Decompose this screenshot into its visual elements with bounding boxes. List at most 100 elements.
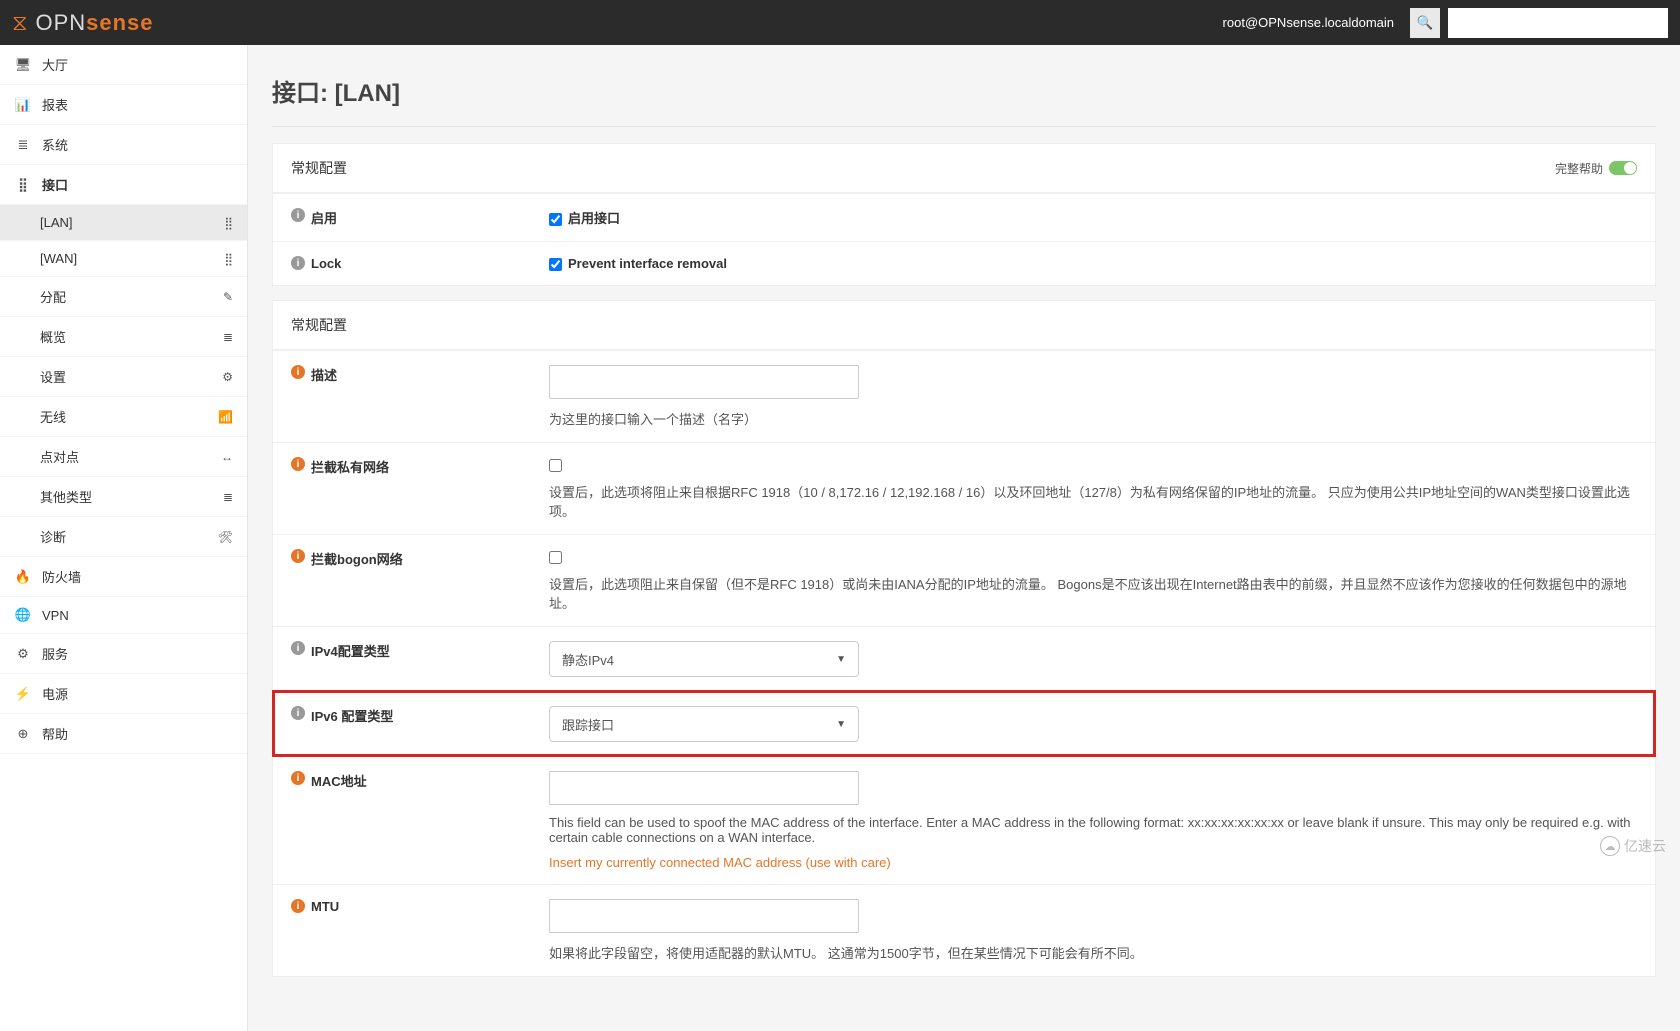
wrench-icon: 🛠	[218, 530, 233, 544]
desktop-icon: 🖥	[14, 57, 32, 73]
user-label[interactable]: root@OPNsense.localdomain	[1223, 15, 1394, 30]
panel-config: 常规配置 i描述 为这里的接口输入一个描述（名字） i拦截私有网络 设置后，此选…	[272, 300, 1656, 977]
bolt-icon: ⚡	[14, 686, 32, 702]
sub-label: [WAN]	[40, 251, 77, 266]
ipv4-select[interactable]: 静态IPv4 ▼	[549, 641, 859, 677]
row-ipv4-type: iIPv4配置类型 静态IPv4 ▼	[273, 626, 1655, 691]
info-icon[interactable]: i	[291, 457, 305, 471]
label-mac: MAC地址	[311, 771, 367, 790]
sidebar-item-system[interactable]: ≣ 系统	[0, 125, 247, 165]
sidebar-item-reports[interactable]: 📊报表	[0, 85, 247, 125]
mtu-hint: 如果将此字段留空，将使用适配器的默认MTU。 这通常为1500字节，但在某些情况…	[549, 943, 1637, 962]
content: 接口: [LAN] 常规配置 完整帮助 i启用 启用接口 iLock Preve…	[248, 45, 1680, 1031]
sub-label: 概览	[40, 327, 66, 346]
label-enable: 启用	[311, 208, 337, 227]
sidebar-item-vpn[interactable]: 🌐VPN	[0, 597, 247, 634]
mtu-input[interactable]	[549, 899, 859, 933]
info-icon[interactable]: i	[291, 549, 305, 563]
row-lock: iLock Prevent interface removal	[273, 241, 1655, 285]
sidebar-item-label: 电源	[42, 684, 68, 703]
row-description: i描述 为这里的接口输入一个描述（名字）	[273, 350, 1655, 442]
ipv4-value: 静态IPv4	[562, 650, 614, 669]
sidebar-sub-assign[interactable]: 分配✎	[0, 277, 247, 317]
row-block-private: i拦截私有网络 设置后，此选项将阻止来自根据RFC 1918（10 / 8,17…	[273, 442, 1655, 534]
list-icon: ≣	[223, 490, 233, 504]
ipv6-select[interactable]: 跟踪接口 ▼	[549, 706, 859, 742]
sidebar-item-label: 接口	[42, 175, 68, 194]
info-icon[interactable]: i	[291, 208, 305, 222]
sidebar-item-label: 系统	[42, 135, 68, 154]
sidebar-sub-overview[interactable]: 概览 ≣	[0, 317, 247, 357]
sidebar-sub-wan[interactable]: [WAN]⣿	[0, 241, 247, 277]
sidebar-sub-wireless[interactable]: 无线 📶	[0, 397, 247, 437]
lifebuoy-icon: ⊕	[14, 726, 32, 742]
mac-insert-link[interactable]: Insert my currently connected MAC addres…	[549, 855, 1637, 870]
sidebar-item-help[interactable]: ⊕ 帮助	[0, 714, 247, 754]
panel-header-label: 常规配置	[291, 158, 347, 178]
sitemap-icon: ⣿	[14, 177, 32, 193]
watermark: ☁ 亿速云	[1600, 836, 1666, 856]
sidebar-item-label: 防火墙	[42, 567, 81, 586]
sub-label: [LAN]	[40, 215, 73, 230]
sidebar-item-label: 帮助	[42, 724, 68, 743]
sidebar-item-interfaces[interactable]: ⣿ 接口	[0, 165, 247, 205]
exchange-icon: ↔	[221, 450, 233, 464]
block-priv-hint: 设置后，此选项将阻止来自根据RFC 1918（10 / 8,172.16 / 1…	[549, 482, 1637, 520]
row-mac: i MAC地址 This field can be used to spoof t…	[273, 756, 1655, 884]
sitemap-icon: ⣿	[224, 216, 233, 230]
block-priv-checkbox[interactable]	[549, 459, 562, 472]
sidebar-item-power[interactable]: ⚡ 电源	[0, 674, 247, 714]
fullhelp-toggle[interactable]	[1609, 161, 1637, 175]
info-icon[interactable]: i	[291, 641, 305, 655]
pencil-icon: ✎	[223, 290, 233, 304]
enable-cb-label: 启用接口	[568, 211, 620, 226]
search-button[interactable]: 🔍	[1410, 8, 1440, 38]
wifi-icon: 📶	[218, 410, 233, 424]
sidebar-item-lobby[interactable]: 🖥大厅	[0, 45, 247, 85]
brand-sense: sense	[86, 10, 153, 35]
sub-label: 设置	[40, 367, 66, 386]
sub-label: 点对点	[40, 447, 79, 466]
sidebar-sub-diag[interactable]: 诊断🛠	[0, 517, 247, 557]
search-icon: 🔍	[1417, 15, 1434, 31]
search-input[interactable]	[1448, 8, 1668, 38]
label-lock: Lock	[311, 256, 341, 271]
info-icon[interactable]: i	[291, 771, 305, 785]
sidebar-item-label: 服务	[42, 644, 68, 663]
fire-icon: 🔥	[14, 569, 32, 585]
topbar: ⧖ OPNsense root@OPNsense.localdomain 🔍	[0, 0, 1680, 45]
sidebar-item-firewall[interactable]: 🔥 防火墙	[0, 557, 247, 597]
block-bogon-hint: 设置后，此选项阻止来自保留（但不是RFC 1918）或尚未由IANA分配的IP地…	[549, 574, 1637, 612]
sidebar: 🖥大厅 📊报表 ≣ 系统 ⣿ 接口 [LAN] ⣿ [WAN]⣿ 分配✎ 概览 ≣ 设置…	[0, 45, 248, 1031]
chart-icon: 📊	[14, 97, 32, 113]
sidebar-item-label: VPN	[42, 608, 69, 623]
caret-down-icon: ▼	[836, 719, 846, 730]
label-block-bogon: 拦截bogon网络	[311, 549, 403, 568]
watermark-text: 亿速云	[1624, 836, 1666, 856]
sidebar-item-services[interactable]: ⚙服务	[0, 634, 247, 674]
description-input[interactable]	[549, 365, 859, 399]
brand-opn: OPN	[35, 10, 86, 35]
row-block-bogon: i 拦截bogon网络 设置后，此选项阻止来自保留（但不是RFC 1918）或尚未…	[273, 534, 1655, 626]
mac-hint: This field can be used to spoof the MAC …	[549, 815, 1637, 845]
sidebar-sub-settings[interactable]: 设置⚙	[0, 357, 247, 397]
sidebar-sub-ptp[interactable]: 点对点 ↔	[0, 437, 247, 477]
panel-header2: 常规配置	[273, 301, 1655, 350]
caret-down-icon: ▼	[836, 654, 846, 665]
sidebar-sub-other[interactable]: 其他类型≣	[0, 477, 247, 517]
info-icon[interactable]: i	[291, 365, 305, 379]
list-icon: ≣	[223, 330, 233, 344]
logo[interactable]: ⧖ OPNsense	[12, 10, 154, 36]
sidebar-sub-lan[interactable]: [LAN] ⣿	[0, 205, 247, 241]
list-icon: ≣	[14, 137, 32, 153]
row-enable: i 启用 启用接口	[273, 193, 1655, 241]
enable-checkbox[interactable]	[549, 213, 562, 226]
lock-checkbox[interactable]	[549, 258, 562, 271]
info-icon[interactable]: i	[291, 706, 305, 720]
info-icon[interactable]: i	[291, 899, 305, 913]
sub-label: 无线	[40, 407, 66, 426]
info-icon[interactable]: i	[291, 256, 305, 270]
block-bogon-checkbox[interactable]	[549, 551, 562, 564]
mac-input[interactable]	[549, 771, 859, 805]
label-ipv6: IPv6 配置类型	[311, 706, 393, 725]
